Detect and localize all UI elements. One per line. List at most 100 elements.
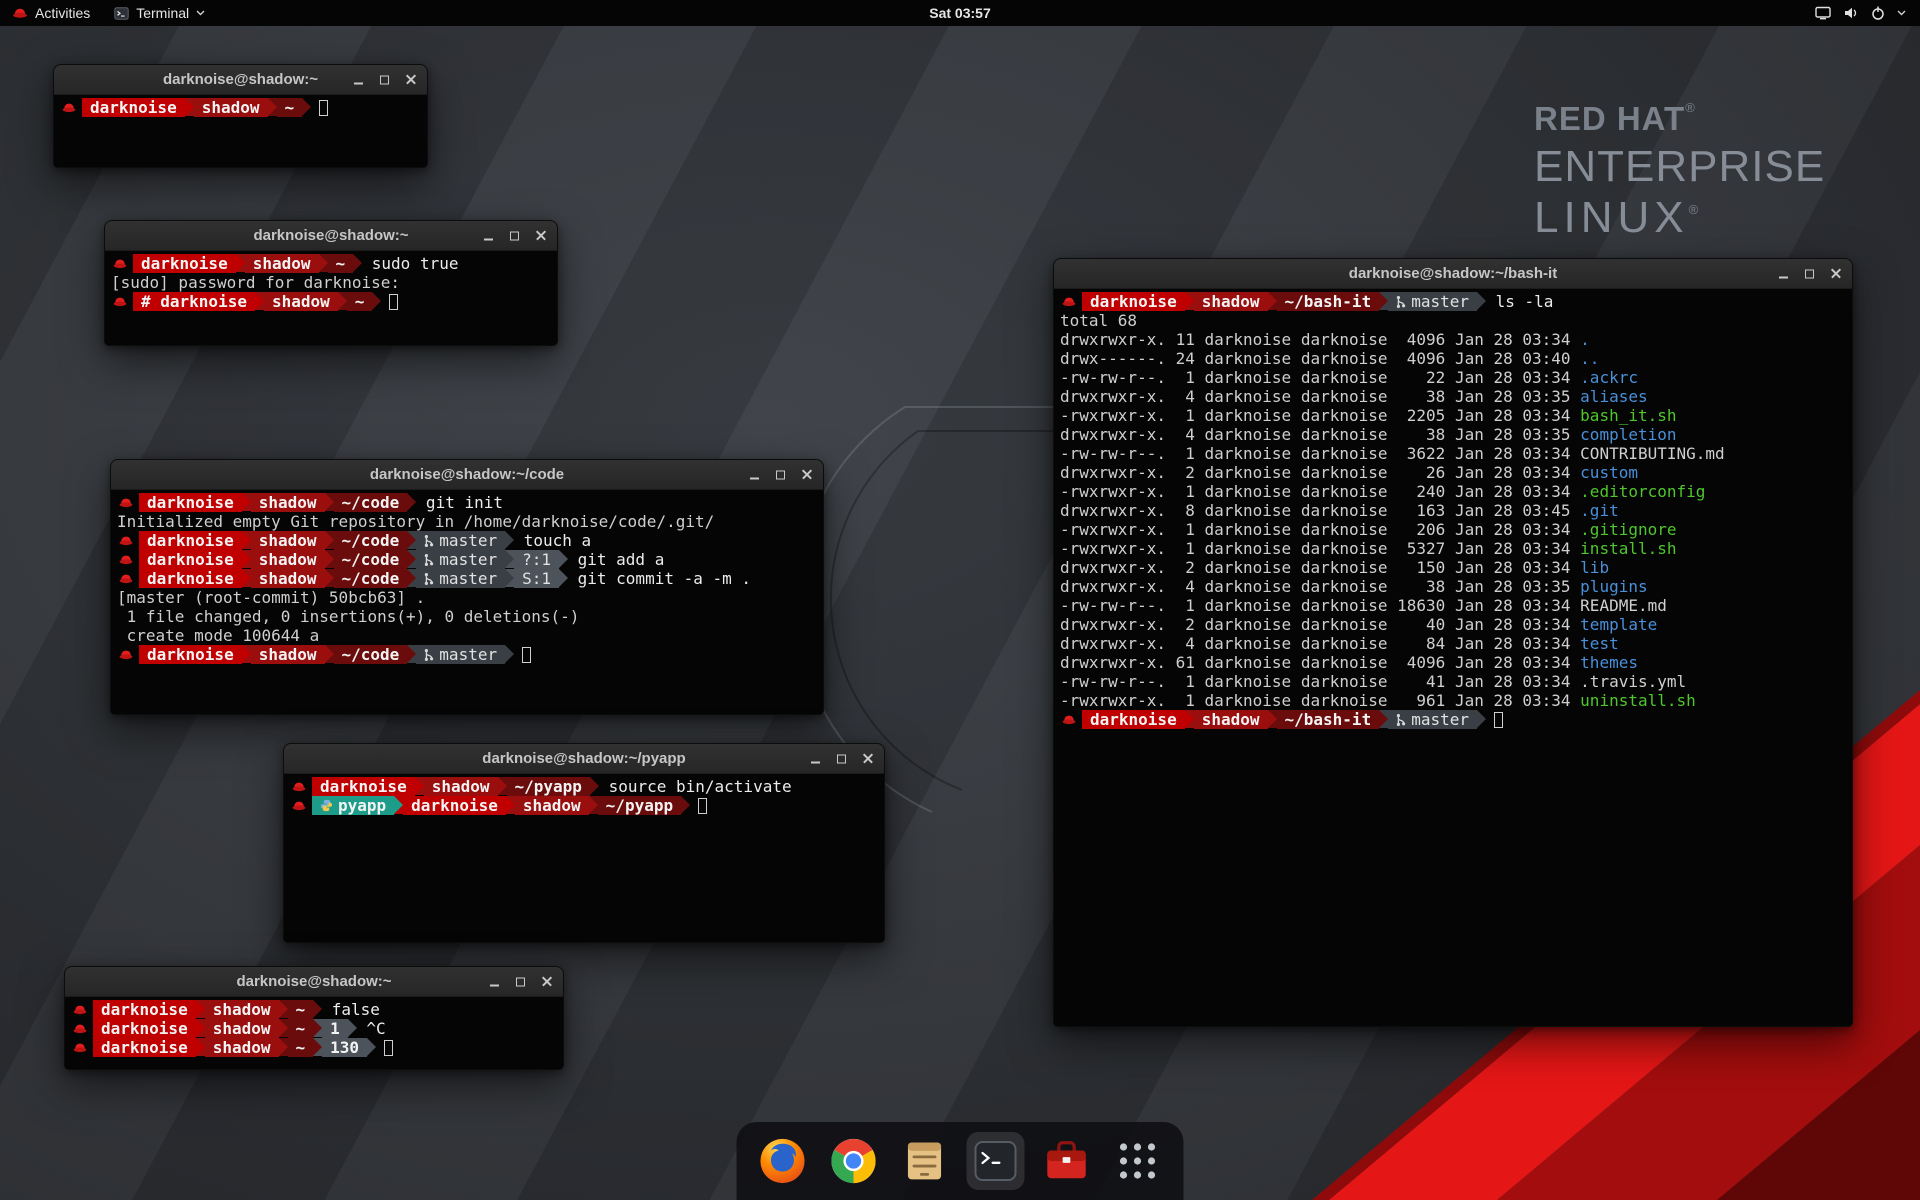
chevron-down-icon: [196, 10, 205, 16]
window-titlebar[interactable]: darknoise@shadow:~: [65, 967, 563, 997]
powerline-separator-icon: [325, 493, 334, 511]
dock-item-files[interactable]: [896, 1132, 954, 1190]
powerline-separator-icon: [196, 1038, 205, 1056]
terminal-line: drwxrwxr-x. 4 darknoise darknoise 84 Jan…: [1060, 634, 1846, 653]
terminal-text: template: [1580, 615, 1657, 634]
prompt-segment-user: darknoise: [312, 777, 415, 796]
branch-icon: [424, 534, 434, 548]
terminal-text: drwxrwxr-x. 4 darknoise darknoise 38 Jan…: [1060, 425, 1580, 444]
powerline-separator-icon: [407, 493, 416, 511]
terminal-content[interactable]: darknoiseshadow~ falsedarknoiseshadow~1 …: [65, 997, 563, 1069]
terminal-text: CONTRIBUTING.md: [1580, 444, 1725, 463]
powerline-separator-icon: [1268, 292, 1277, 310]
powerline-separator-icon: [1379, 710, 1388, 728]
terminal-cursor: [384, 1040, 393, 1056]
close-button[interactable]: [539, 974, 554, 989]
app-menu-terminal[interactable]: Terminal: [102, 0, 217, 26]
brand-line-linux: LINUX®: [1534, 193, 1825, 243]
window-titlebar[interactable]: darknoise@shadow:~/code: [111, 460, 823, 490]
window-titlebar[interactable]: darknoise@shadow:~/bash-it: [1054, 259, 1852, 289]
terminal-text: .: [1580, 330, 1590, 349]
close-button[interactable]: [533, 228, 548, 243]
minimize-button[interactable]: [747, 467, 762, 482]
prompt-segment-path: ~/code: [334, 531, 408, 550]
maximize-button[interactable]: [1802, 266, 1817, 281]
dock-item-chrome[interactable]: [825, 1132, 883, 1190]
terminal-content[interactable]: darknoiseshadow~: [54, 95, 427, 167]
terminal-window: darknoise@shadow:~ darknoiseshadow~ sudo…: [104, 220, 558, 346]
terminal-text: -rw-rw-r--. 1 darknoise darknoise 3622 J…: [1060, 444, 1580, 463]
close-button[interactable]: [799, 467, 814, 482]
prompt-segment-user: darknoise: [1082, 292, 1185, 311]
hat-icon: [1060, 292, 1082, 311]
prompt-segment-host: shadow: [1194, 710, 1268, 729]
hat-icon: [111, 254, 133, 273]
prompt-segment-user: darknoise: [1082, 710, 1185, 729]
terminal-text: bash_it.sh: [1580, 406, 1676, 425]
powerline-separator-icon: [302, 98, 311, 116]
prompt-segment-user: darknoise: [133, 254, 236, 273]
dock-item-firefox[interactable]: [754, 1132, 812, 1190]
window-titlebar[interactable]: darknoise@shadow:~/pyapp: [284, 744, 884, 774]
minimize-button[interactable]: [351, 72, 366, 87]
clock[interactable]: Sat 03:57: [929, 5, 990, 21]
prompt-segment-git: master: [416, 531, 505, 550]
terminal-text: 1 file changed, 0 insertions(+), 0 delet…: [117, 607, 579, 626]
branch-icon: [424, 553, 434, 567]
terminal-text: aliases: [1580, 387, 1647, 406]
powerline-separator-icon: [506, 796, 515, 814]
window-titlebar[interactable]: darknoise@shadow:~: [105, 221, 557, 251]
maximize-button[interactable]: [834, 751, 849, 766]
terminal-text: test: [1580, 634, 1619, 653]
dock-item-toolbox[interactable]: [1038, 1132, 1096, 1190]
terminal-line: darknoiseshadow~130: [71, 1038, 557, 1057]
minimize-button[interactable]: [808, 751, 823, 766]
maximize-button[interactable]: [507, 228, 522, 243]
close-button[interactable]: [403, 72, 418, 87]
terminal-text: git add a: [568, 550, 664, 569]
close-button[interactable]: [1828, 266, 1843, 281]
terminal-line: darknoiseshadow~/codemaster touch a: [117, 531, 817, 550]
terminal-text: -rw-rw-r--. 1 darknoise darknoise 22 Jan…: [1060, 368, 1580, 387]
prompt-segment-path: ~/pyapp: [598, 796, 681, 815]
terminal-content[interactable]: darknoiseshadow~/code git initInitialize…: [111, 490, 823, 714]
terminal-text: ..: [1580, 349, 1599, 368]
prompt-segment-host: shadow: [424, 777, 498, 796]
terminal-text: drwxrwxr-x. 2 darknoise darknoise 40 Jan…: [1060, 615, 1580, 634]
powerline-separator-icon: [242, 569, 251, 587]
prompt-segment-user: darknoise: [82, 98, 185, 117]
dock-item-app-grid[interactable]: [1109, 1132, 1167, 1190]
powerline-separator-icon: [325, 531, 334, 549]
maximize-button[interactable]: [377, 72, 392, 87]
hat-icon: [60, 98, 82, 117]
terminal-window: darknoise@shadow:~ darknoiseshadow~ fals…: [64, 966, 564, 1070]
window-title: darknoise@shadow:~/bash-it: [1349, 265, 1557, 282]
maximize-button[interactable]: [773, 467, 788, 482]
maximize-button[interactable]: [513, 974, 528, 989]
minimize-button[interactable]: [1776, 266, 1791, 281]
minimize-button[interactable]: [481, 228, 496, 243]
terminal-text: drwxrwxr-x. 11 darknoise darknoise 4096 …: [1060, 330, 1580, 349]
dock-item-terminal[interactable]: [967, 1132, 1025, 1190]
minimize-button[interactable]: [487, 974, 502, 989]
terminal-content[interactable]: darknoiseshadow~/pyapp source bin/activa…: [284, 774, 884, 942]
prompt-segment-host: shadow: [264, 292, 338, 311]
prompt-segment-path: ~/bash-it: [1277, 292, 1380, 311]
terminal-line: darknoiseshadow~/codemaster: [117, 645, 817, 664]
powerline-separator-icon: [1379, 292, 1388, 310]
terminal-line: drwxrwxr-x. 2 darknoise darknoise 150 Ja…: [1060, 558, 1846, 577]
terminal-window: darknoise@shadow:~/bash-it darknoise shad…: [1053, 258, 1853, 1027]
powerline-separator-icon: [338, 292, 347, 310]
system-status-area[interactable]: [1805, 0, 1916, 26]
terminal-line: darknoiseshadow~/pyapp source bin/activa…: [290, 777, 878, 796]
window-titlebar[interactable]: darknoise@shadow:~: [54, 65, 427, 95]
terminal-window: darknoise@shadow:~/code darknoiseshadow~…: [110, 459, 824, 715]
terminal-content[interactable]: darknoiseshadow~ sudo true[sudo] passwor…: [105, 251, 557, 345]
powerline-separator-icon: [559, 569, 568, 587]
activities-button[interactable]: Activities: [0, 0, 102, 26]
prompt-segment-user: darknoise: [139, 550, 242, 569]
close-button[interactable]: [860, 751, 875, 766]
terminal-content[interactable]: darknoiseshadow~/bash-itmaster ls -latot…: [1054, 289, 1852, 1026]
terminal-text: README.md: [1580, 596, 1667, 615]
powerline-separator-icon: [319, 254, 328, 272]
